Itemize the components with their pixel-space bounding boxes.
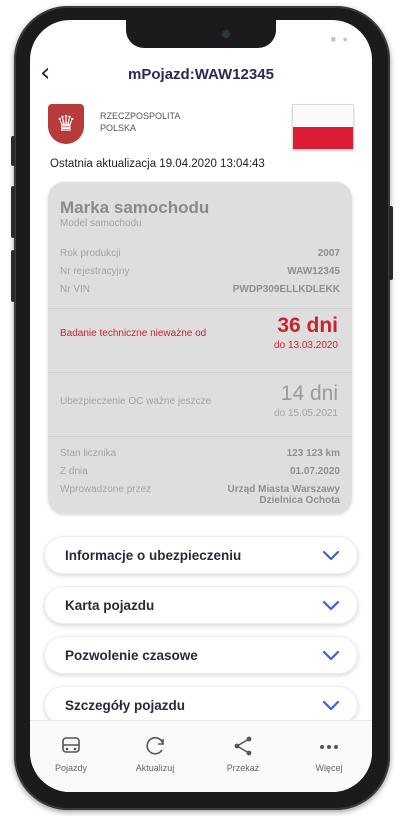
volume-down-button (11, 250, 15, 302)
notch (126, 20, 276, 48)
row-label: Nr rejestracyjny (60, 266, 130, 277)
odometer-row: Stan licznika 123 123 km (60, 448, 340, 459)
tab-vehicles[interactable]: Pojazdy (36, 735, 106, 773)
page-title: mPojazd:WAW12345 (128, 66, 274, 83)
accordion-label: Karta pojazdu (65, 598, 155, 613)
emblem-icon: ♛ (48, 104, 84, 144)
volume-up-button (11, 186, 15, 238)
app-screen: ■ ● ‹ mPojazd:WAW12345 ♛ RZECZPOSPOLITA … (30, 20, 372, 792)
car-icon (62, 737, 80, 753)
divider (48, 308, 352, 309)
tab-share[interactable]: Przekaż (208, 735, 278, 773)
row-value: PWDP309ELLKDLEKK (232, 284, 340, 295)
status-indicator: ■ ● (330, 34, 350, 44)
refresh-icon (146, 737, 164, 755)
inspection-date: do 13.03.2020 (274, 340, 338, 351)
row-value: WAW12345 (287, 266, 340, 277)
row-value: 01.07.2020 (289, 466, 340, 477)
republic-name: RZECZPOSPOLITA POLSKA (100, 110, 180, 134)
tab-label: Przekaż (226, 763, 260, 773)
row-value: 123 123 km (286, 448, 340, 459)
vehicle-brand: Marka samochodu (60, 198, 210, 217)
accordion-label: Szczegóły pojazdu (65, 698, 186, 713)
date-row: Z dnia 01.07.2020 (60, 466, 340, 477)
row-label: Stan licznika (60, 448, 117, 459)
row-label: Z dnia (60, 466, 88, 477)
registration-row: Nr rejestracyjny WAW12345 (60, 266, 340, 277)
vin-row: Nr VIN PWDP309ELLKDLEKK (60, 284, 340, 295)
inspection-days: 36 dni (277, 314, 338, 337)
bottom-tab-bar: Pojazdy Aktualizuj Przekaż Więcej (30, 720, 372, 792)
entered-by-row: Wprowadzone przez Urząd Miasta Warszawy … (60, 484, 340, 506)
chevron-down-icon (322, 550, 340, 561)
insurance-label: Ubezpieczenie OC ważne jeszcze (60, 396, 212, 407)
row-label: Nr VIN (60, 284, 90, 295)
tab-more[interactable]: Więcej (294, 735, 364, 773)
tab-label: Więcej (315, 763, 343, 773)
accordion-label: Informacje o ubezpieczeniu (65, 548, 242, 563)
republic-line1: RZECZPOSPOLITA (100, 111, 181, 121)
power-button (389, 206, 393, 280)
accordion-vehicle-card[interactable]: Karta pojazdu (44, 586, 358, 624)
flag-icon (292, 104, 354, 150)
app-header: ‹ mPojazd:WAW12345 (30, 56, 372, 92)
republic-line2: POLSKA (100, 123, 137, 133)
production-year-row: Rok produkcji 2007 (60, 248, 340, 259)
chevron-down-icon (322, 650, 340, 661)
accordion-temporary-permit[interactable]: Pozwolenie czasowe (44, 636, 358, 674)
more-icon (320, 745, 338, 749)
divider (48, 436, 352, 437)
row-value: Urząd Miasta Warszawy Dzielnica Ochota (228, 484, 340, 506)
insurance-days: 14 dni (280, 382, 338, 405)
tab-label: Aktualizuj (135, 763, 175, 773)
camera-icon (222, 30, 230, 38)
tab-refresh[interactable]: Aktualizuj (120, 735, 190, 773)
tab-label: Pojazdy (54, 763, 88, 773)
mute-switch (11, 136, 15, 166)
divider (48, 372, 352, 373)
row-label: Rok produkcji (60, 248, 121, 259)
entered-by-office: Urząd Miasta Warszawy (227, 484, 340, 495)
accordion-insurance-info[interactable]: Informacje o ubezpieczeniu (44, 536, 358, 574)
chevron-down-icon (322, 600, 340, 611)
row-label: Wprowadzone przez (60, 484, 152, 495)
accordion-label: Pozwolenie czasowe (65, 648, 198, 663)
accordion-vehicle-details[interactable]: Szczegóły pojazdu (44, 686, 358, 724)
row-value: 2007 (317, 248, 340, 259)
last-updated: Ostatnia aktualizacja 19.04.2020 13:04:4… (50, 158, 265, 170)
vehicle-model: Model samochodu (60, 218, 142, 229)
vehicle-card: Marka samochodu Model samochodu Rok prod… (48, 182, 352, 514)
share-icon (234, 736, 252, 756)
entered-by-district: Dzielnica Ochota (259, 495, 340, 506)
insurance-date: do 15.05.2021 (274, 408, 338, 419)
chevron-down-icon (322, 700, 340, 711)
inspection-label: Badanie techniczne nieważne od (60, 328, 207, 339)
